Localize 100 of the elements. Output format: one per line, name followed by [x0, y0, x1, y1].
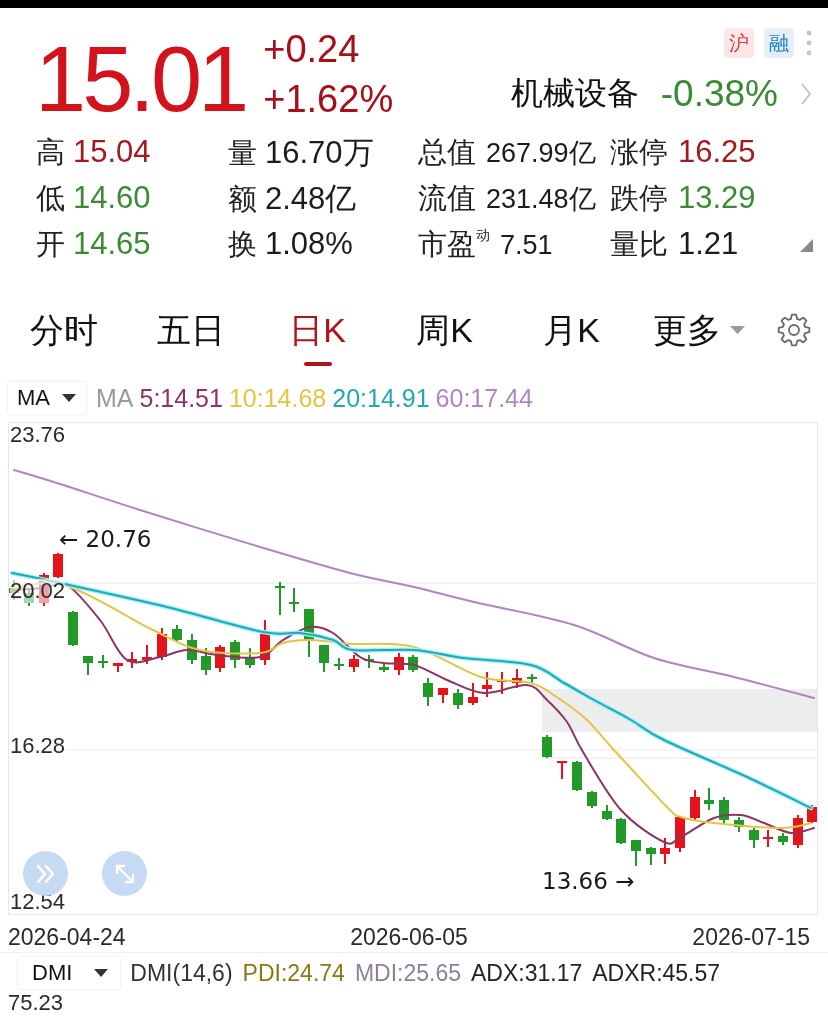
candlestick: [734, 817, 744, 832]
stat-label: 开: [36, 227, 65, 262]
market-tag: 沪: [724, 28, 754, 58]
candlestick: [187, 634, 197, 664]
candlestick: [68, 611, 78, 646]
candlestick: [482, 672, 492, 697]
stat-label: 流值: [418, 181, 476, 216]
candlestick: [364, 655, 374, 668]
market-tag: 融: [764, 28, 794, 58]
stat-value: 267.99亿: [486, 137, 596, 170]
more-icon[interactable]: [806, 29, 812, 57]
candlestick: [719, 797, 729, 825]
price-annotation: ← 20.76: [59, 526, 152, 552]
period-tab[interactable]: 日K: [289, 308, 346, 366]
candlestick: [512, 669, 522, 688]
candlestick: [408, 655, 418, 672]
indicator-value: MDI:25.65: [354, 959, 461, 987]
candlestick: [275, 582, 285, 615]
candlestick: [527, 674, 537, 683]
candlestick: [616, 818, 626, 844]
candlestick: [127, 652, 137, 668]
indicator-dropdown[interactable]: DMI: [18, 957, 121, 989]
indicator-name: MA: [96, 383, 134, 413]
moving-average-value: 60:17.44: [435, 383, 533, 413]
candlestick: [807, 805, 817, 823]
candlestick: [704, 788, 714, 810]
candlestick: [245, 648, 255, 668]
stat-label: 总值: [418, 135, 476, 170]
stat-value: 7.51: [500, 230, 553, 261]
stat-label: 换: [228, 227, 257, 262]
stat-label: 量比: [610, 227, 668, 262]
date-label: 2026-07-15: [692, 925, 810, 952]
stat-value: 2.48亿: [265, 180, 357, 218]
indicator-dropdown[interactable]: MA: [8, 382, 86, 414]
date-label: 2026-06-05: [350, 925, 468, 952]
stat-value: 16.25: [678, 134, 756, 170]
candlestick: [660, 838, 670, 864]
moving-average-value: 20:14.91: [332, 383, 430, 413]
caret-icon: [94, 969, 109, 977]
candlestick: [53, 553, 63, 578]
period-tab[interactable]: 五日: [156, 308, 225, 352]
stat-label: 市盈$^{动}$: [418, 226, 490, 262]
settings-icon[interactable]: [777, 313, 811, 347]
candlestick: [602, 805, 612, 820]
stat-value: 13.29: [678, 180, 756, 216]
period-tab[interactable]: 周K: [416, 308, 473, 352]
moving-average-value: 10:14.68: [228, 383, 327, 413]
candlestick: [349, 655, 359, 672]
price-change-percent: +1.62%: [263, 77, 394, 122]
candlestick: [438, 688, 448, 703]
candlestick: [631, 840, 641, 866]
stat-value: 14.60: [73, 180, 151, 216]
candlestick: [334, 658, 344, 670]
moving-average-value: 5:14.51: [139, 383, 223, 413]
period-tab[interactable]: 更多: [652, 308, 745, 352]
candlestick: [394, 653, 404, 675]
stat-value: 231.48亿: [486, 183, 596, 216]
stat-label: 涨停: [610, 135, 668, 170]
indicator-value: ADX:31.17: [471, 959, 583, 987]
candlestick: [201, 648, 211, 675]
candlestick: [289, 588, 299, 612]
candlestick: [587, 791, 597, 808]
axis-label: 20.02: [10, 578, 66, 603]
candlestick: [453, 689, 463, 709]
candlestick: [83, 656, 93, 675]
resize-button[interactable]: [102, 851, 147, 896]
stat-label: 额: [228, 182, 257, 217]
stat-value: 1.08%: [265, 226, 353, 262]
chevron-right-icon[interactable]: [800, 82, 812, 106]
candlestick: [646, 847, 656, 865]
caret-icon: [62, 394, 76, 402]
stat-label: 量: [228, 136, 257, 171]
candlestick: [142, 645, 152, 664]
candlestick: [215, 645, 225, 672]
candlestick: [557, 761, 567, 779]
candlestick: [690, 790, 700, 820]
price-change: +0.24: [263, 27, 361, 72]
price-annotation: 13.66 →: [542, 868, 635, 894]
period-tab[interactable]: 分时: [29, 308, 98, 352]
candlestick: [98, 655, 108, 668]
date-label: 2026-04-24: [8, 925, 126, 952]
diagonal-arrow-icon: [114, 863, 135, 884]
indicator-value: PDI:24.74: [242, 959, 345, 987]
double-chevron-icon: [35, 864, 56, 883]
candlestick: [157, 628, 167, 660]
candlestick: [468, 683, 478, 705]
stat-value: 15.04: [73, 134, 151, 170]
candlestick: [423, 678, 433, 706]
candlestick: [793, 815, 803, 848]
stat-label: 高: [36, 135, 65, 170]
stat-label: 低: [36, 181, 65, 216]
sector-name[interactable]: 机械设备: [510, 72, 639, 116]
double-chevron-button[interactable]: [23, 851, 68, 896]
triangle-icon[interactable]: [800, 239, 813, 252]
last-price: 15.01: [35, 33, 246, 125]
period-tab[interactable]: 月K: [543, 308, 600, 352]
candlestick: [172, 625, 182, 642]
stat-value: 1.21: [678, 226, 739, 262]
candlestick: [230, 640, 240, 668]
candlestick: [304, 609, 314, 657]
